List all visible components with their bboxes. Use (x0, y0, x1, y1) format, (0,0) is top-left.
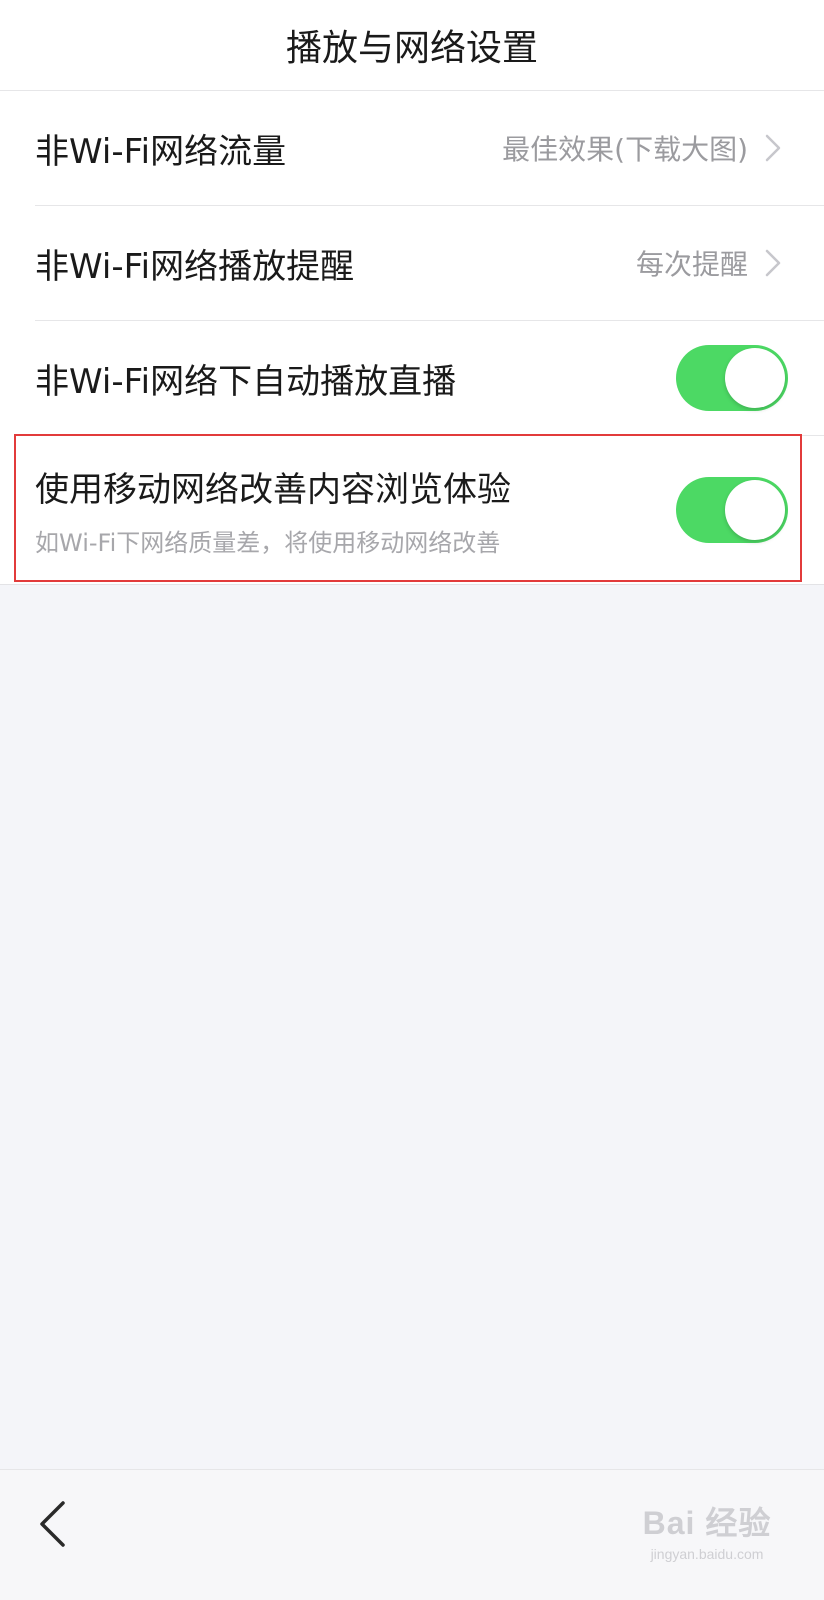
autoplay-live-toggle[interactable] (676, 345, 788, 411)
watermark-brand: Bai 经验 (642, 1505, 772, 1541)
settings-page: 播放与网络设置 非Wi-Fi网络流量 最佳效果(下载大图) 非Wi-Fi网络播放… (0, 0, 824, 1600)
setting-row-autoplay-live: 非Wi-Fi网络下自动播放直播 (0, 321, 824, 435)
setting-label: 非Wi-Fi网络播放提醒 (35, 246, 355, 287)
chevron-right-icon (762, 133, 784, 163)
watermark-url: jingyan.baidu.com (650, 1546, 764, 1562)
nav-header: 播放与网络设置 (0, 0, 824, 91)
setting-value: 最佳效果(下载大图) (502, 133, 748, 166)
settings-list: 非Wi-Fi网络流量 最佳效果(下载大图) 非Wi-Fi网络播放提醒 每次提醒 … (0, 91, 824, 585)
setting-sublabel: 如Wi-Fi下网络质量差，将使用移动网络改善 (35, 529, 501, 557)
setting-text: 使用移动网络改善内容浏览体验 如Wi-Fi下网络质量差，将使用移动网络改善 (35, 462, 676, 558)
setting-row-non-wifi-traffic[interactable]: 非Wi-Fi网络流量 最佳效果(下载大图) (0, 91, 824, 205)
baidu-jingyan-watermark: Bai 经验 jingyan.baidu.com (632, 1498, 782, 1562)
toggle-knob (725, 480, 785, 540)
chevron-left-icon (40, 1501, 65, 1547)
chevron-right-icon (762, 248, 784, 278)
back-button[interactable] (28, 1494, 76, 1554)
toggle-knob (725, 348, 785, 408)
page-title: 播放与网络设置 (285, 28, 538, 69)
bottom-bar: Bai 经验 jingyan.baidu.com (0, 1469, 824, 1600)
setting-value: 每次提醒 (635, 248, 748, 281)
setting-label: 使用移动网络改善内容浏览体验 (35, 470, 511, 510)
setting-label: 非Wi-Fi网络流量 (35, 131, 287, 172)
mobile-network-improve-toggle[interactable] (676, 477, 788, 543)
setting-row-non-wifi-play-reminder[interactable]: 非Wi-Fi网络播放提醒 每次提醒 (0, 206, 824, 320)
setting-label: 非Wi-Fi网络下自动播放直播 (35, 361, 457, 402)
setting-row-mobile-network-improve: 使用移动网络改善内容浏览体验 如Wi-Fi下网络质量差，将使用移动网络改善 (0, 436, 824, 584)
